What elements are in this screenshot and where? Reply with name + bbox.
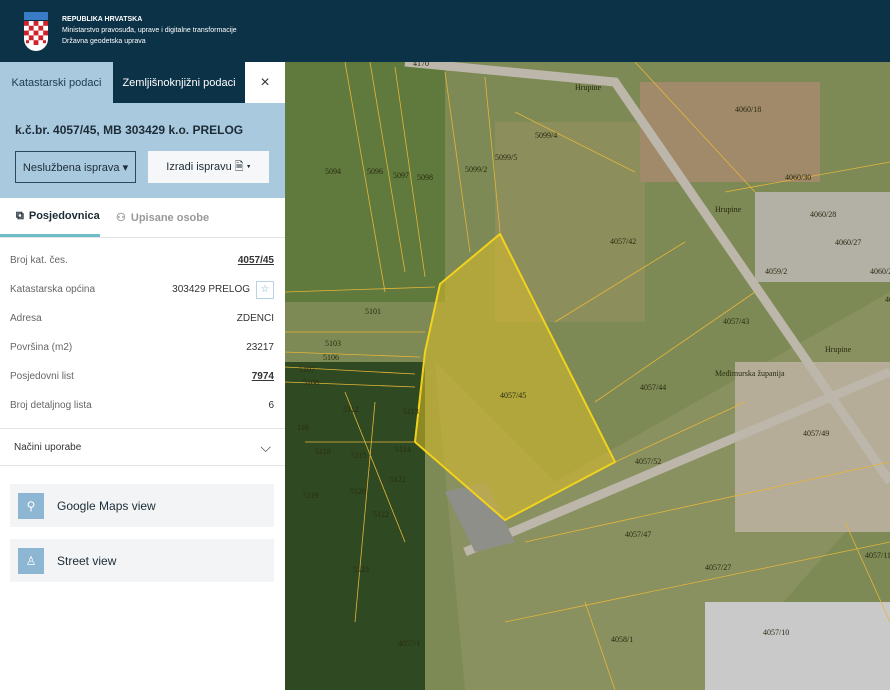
map-parcel-label: 5118: [315, 447, 331, 456]
street-view-label: Street view: [57, 553, 117, 568]
map-parcel-label: 5096: [367, 167, 383, 176]
map-parcel-label: 5098: [417, 173, 433, 182]
map-parcel-label: 4060/27: [835, 238, 861, 247]
map-parcel-label: 4057/1: [398, 639, 420, 648]
map-parcel-label: Hrupine: [715, 205, 742, 214]
tab-possession-label: Posjedovnica: [28, 210, 100, 222]
map-parcel-label: 5099/4: [535, 131, 557, 140]
street-view-button[interactable]: ♙ Street view: [10, 539, 274, 582]
row-value: ZDENCI: [236, 313, 274, 324]
map-parcel-label: 4170: [413, 62, 429, 68]
tab-registered-persons[interactable]: ⚇ Upisane osobe: [100, 198, 225, 237]
map-parcel-label: 116: [297, 423, 309, 432]
map-parcel-label: 4060/26: [870, 267, 890, 276]
row-detail-sheet: Broj detaljnog lista 6: [10, 391, 274, 420]
row-area: Površina (m2) 23217: [10, 333, 274, 362]
map-parcel-label: 5099/5: [495, 153, 517, 162]
map-parcel-label: 5108: [303, 378, 319, 387]
row-value: 23217: [246, 342, 274, 353]
map-parcel-label: 5112: [343, 405, 359, 414]
map-parcel-label: 5122: [373, 510, 389, 519]
tab-land-registry-data[interactable]: Zemljišnoknjižni podaci: [113, 62, 245, 103]
map-parcel-label: 4057/44: [640, 383, 666, 392]
coat-of-arms-logo: [24, 12, 48, 51]
create-document-button[interactable]: Izradi ispravu 🗎 ▾: [148, 151, 269, 183]
parcel-title: k.č.br. 4057/45, MB 303429 k.o. PRELOG: [15, 123, 244, 137]
map-parcel-label: 5113: [403, 407, 419, 416]
map-parcel-label: Međimurska županija: [715, 369, 785, 378]
map-parcel-label: 5121: [390, 475, 406, 484]
header-agency: Državna geodetska uprava: [62, 38, 146, 45]
usage-label: Načini uporabe: [14, 441, 82, 453]
google-maps-label: Google Maps view: [57, 498, 156, 513]
row-label: Adresa: [10, 313, 42, 324]
map-parcel-label: 5106: [323, 353, 339, 362]
site-header: REPUBLIKA HRVATSKA Ministarstvo pravosuđ…: [0, 0, 890, 62]
map-parcel-label: 4057/52: [635, 457, 661, 466]
map-parcel-label: 4060/18: [735, 105, 761, 114]
map-parcel-label: 5119: [303, 491, 319, 500]
map-parcel-label: 4058/1: [611, 635, 633, 644]
map-parcel-label: 4057/45: [500, 391, 526, 400]
map-parcel-label: 5120: [350, 487, 366, 496]
map-parcel-label: 4057/49: [803, 429, 829, 438]
map-parcel-label: 5101: [365, 307, 381, 316]
tab-cadastral-data[interactable]: Katastarski podaci: [0, 62, 113, 103]
map-parcel-label: 4060/2: [885, 295, 890, 304]
map-parcel-label: 4057/27: [705, 563, 731, 572]
location-pin-icon: ⚲: [18, 492, 44, 519]
map-parcel-label: 4057/47: [625, 530, 651, 539]
google-maps-button[interactable]: ⚲ Google Maps view: [10, 484, 274, 527]
row-value: 6: [268, 400, 274, 411]
map-icon: ⧉: [16, 209, 24, 222]
map-parcel-label: 4060/30: [785, 173, 811, 182]
row-label: Broj kat. čes.: [10, 255, 68, 266]
map-parcel-label: 5099/2: [465, 165, 487, 174]
row-address: Adresa ZDENCI: [10, 304, 274, 333]
row-label: Površina (m2): [10, 342, 73, 353]
map-parcel-label: 5107: [299, 365, 315, 374]
map-parcel-label: 5123: [353, 565, 369, 574]
map-parcel-label: 4059/2: [765, 267, 787, 276]
map-parcel-label: 4057/42: [610, 237, 636, 246]
row-label: Posjedovni list: [10, 371, 74, 382]
street-view-person-icon: ♙: [18, 547, 44, 574]
map-parcel-label: Hrupine: [825, 345, 852, 354]
map-canvas[interactable]: 4170 Hrupine 5099/4 4060/18 5094 5096 5097 5098…: [285, 62, 890, 690]
possession-sheet-link[interactable]: 7974: [252, 371, 274, 382]
map-parcel-label: 4057/11: [865, 551, 890, 560]
tab-possession[interactable]: ⧉ Posjedovnica: [0, 198, 100, 237]
close-icon[interactable]: ×: [245, 62, 285, 103]
row-possession-sheet: Posjedovni list 7974: [10, 362, 274, 391]
map-parcel-label: 5115: [351, 451, 367, 460]
star-icon[interactable]: ☆: [256, 280, 274, 299]
map-parcel-label: Hrupine: [575, 83, 602, 92]
usage-accordion[interactable]: Načini uporabe ⌵: [0, 428, 285, 466]
row-cadastral-municipality: Katastarska općina 303429 PRELOG ☆: [10, 275, 274, 304]
parcel-number-link[interactable]: 4057/45: [238, 255, 274, 266]
info-panel: Katastarski podaci Zemljišnoknjižni poda…: [0, 62, 285, 690]
row-label: Katastarska općina: [10, 284, 96, 295]
tab-persons-label: Upisane osobe: [130, 211, 210, 224]
row-label: Broj detaljnog lista: [10, 400, 92, 411]
unofficial-document-button[interactable]: Neslužbena isprava ▾: [15, 151, 136, 183]
header-country: REPUBLIKA HRVATSKA: [62, 16, 143, 23]
header-ministry: Ministarstvo pravosuđa, uprave i digital…: [62, 27, 237, 34]
map-view[interactable]: 4170 Hrupine 5099/4 4060/18 5094 5096 5097 5098…: [285, 62, 890, 690]
row-parcel-number: Broj kat. čes. 4057/45: [10, 246, 274, 275]
map-parcel-label: 4057/10: [763, 628, 789, 637]
map-parcel-label: 5103: [325, 339, 341, 348]
row-value: 303429 PRELOG: [172, 284, 250, 295]
map-parcel-label: 5094: [325, 167, 341, 176]
map-parcel-label: 5097: [393, 171, 409, 180]
map-parcel-label: 4057/43: [723, 317, 749, 326]
chevron-down-icon: ⌵: [260, 438, 271, 455]
map-parcel-label: 5114: [395, 445, 411, 454]
people-icon: ⚇: [116, 212, 126, 224]
map-parcel-label: 4060/28: [810, 210, 836, 219]
